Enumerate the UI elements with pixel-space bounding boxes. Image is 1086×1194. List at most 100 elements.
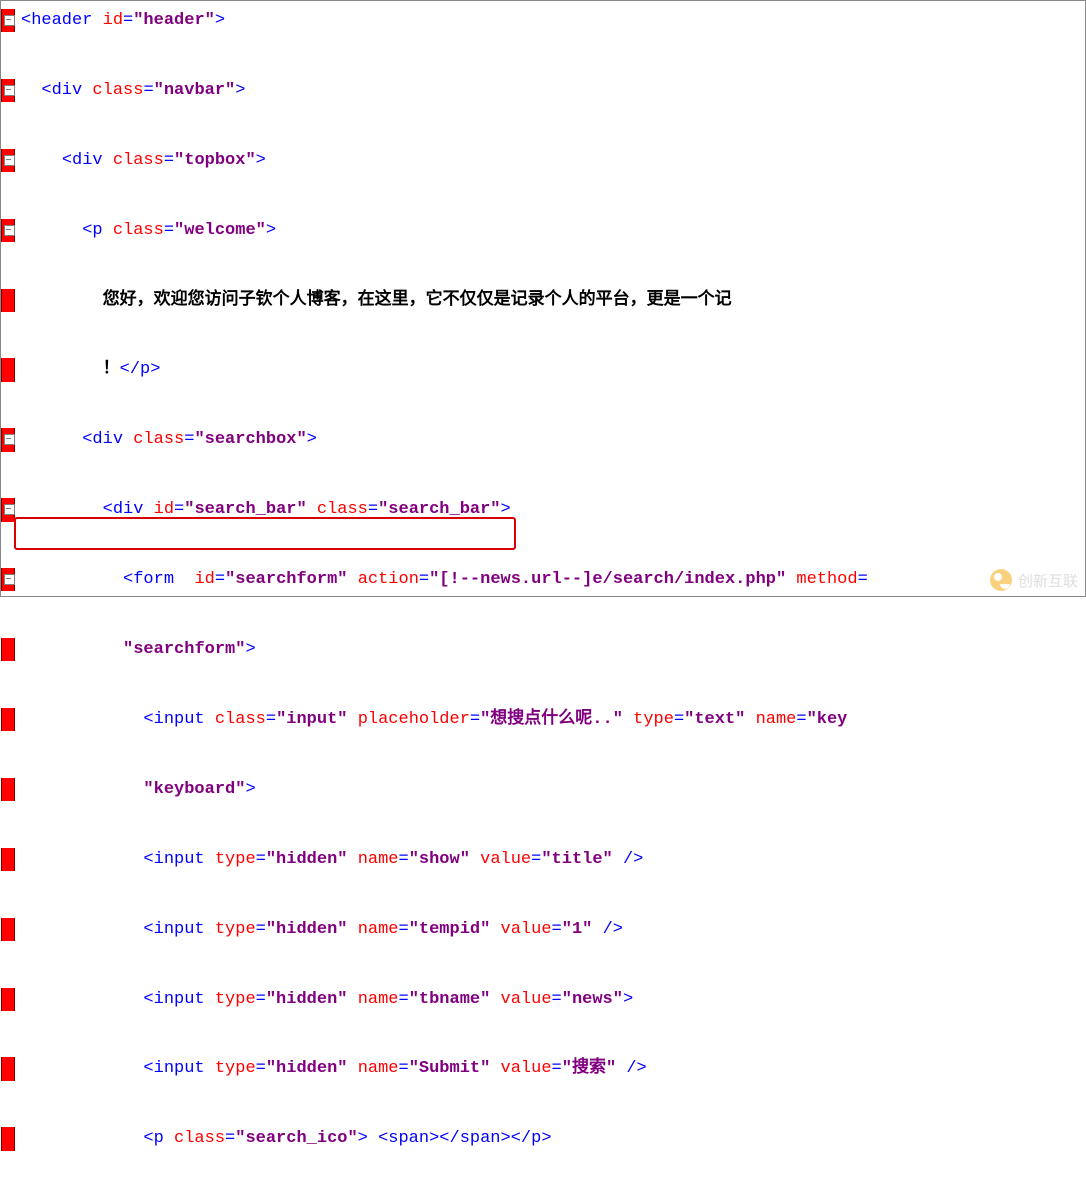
code-token: > bbox=[501, 500, 511, 519]
code-token: ！ bbox=[103, 360, 120, 379]
code-line[interactable]: 您好，欢迎您访问子钦个人博客，在这里，它不仅仅是记录个人的平台，更是一个记 bbox=[1, 289, 1085, 312]
code-token: "title" bbox=[541, 850, 612, 869]
gutter-change-marker bbox=[1, 358, 15, 381]
code-token: "Submit" bbox=[409, 1059, 491, 1078]
code-line[interactable]: <input type="hidden" name="Submit" value… bbox=[1, 1057, 1085, 1080]
code-token: > bbox=[623, 990, 633, 1009]
code-token: "welcome" bbox=[174, 221, 266, 240]
code-token: > bbox=[245, 780, 255, 799]
code-line[interactable]: <p class="welcome"> bbox=[1, 219, 1085, 242]
code-line[interactable]: "searchform"> bbox=[1, 638, 1085, 661]
code-token: "topbox" bbox=[174, 151, 256, 170]
code-token: > bbox=[358, 1129, 368, 1148]
code-line[interactable]: <div id="search_bar" class="search_bar"> bbox=[1, 498, 1085, 521]
code-token: class bbox=[113, 151, 164, 170]
code-line[interactable]: <div class="navbar"> bbox=[1, 79, 1085, 102]
code-token: type bbox=[215, 920, 256, 939]
code-token: /> bbox=[603, 920, 623, 939]
gutter-change-marker bbox=[1, 498, 15, 521]
code-token bbox=[347, 710, 357, 729]
code-token: "[!--news.url--]e/search/index.php" bbox=[429, 570, 786, 589]
code-token: span bbox=[460, 1129, 501, 1148]
gutter-change-marker bbox=[1, 289, 15, 312]
code-line[interactable]: <input type="hidden" name="show" value="… bbox=[1, 848, 1085, 871]
code-token: < bbox=[143, 1129, 153, 1148]
code-token: > bbox=[245, 640, 255, 659]
code-token: </ bbox=[120, 360, 140, 379]
code-token: = bbox=[164, 151, 174, 170]
code-token: "searchform" bbox=[123, 640, 245, 659]
fold-toggle-icon[interactable] bbox=[4, 225, 15, 236]
code-line[interactable]: <form id="searchform" action="[!--news.u… bbox=[1, 568, 1085, 591]
code-token: = bbox=[266, 710, 276, 729]
gutter-change-marker bbox=[1, 988, 15, 1011]
code-token bbox=[470, 850, 480, 869]
code-token bbox=[205, 850, 215, 869]
code-editor[interactable]: <header id="header"> <div class="navbar"… bbox=[0, 0, 1086, 597]
code-token: span bbox=[388, 1129, 429, 1148]
code-token: < bbox=[143, 710, 153, 729]
code-line[interactable]: <input type="hidden" name="tempid" value… bbox=[1, 918, 1085, 941]
code-token: value bbox=[501, 990, 552, 1009]
code-token bbox=[616, 1059, 626, 1078]
code-token: input bbox=[154, 710, 205, 729]
fold-toggle-icon[interactable] bbox=[4, 504, 15, 515]
code-token bbox=[307, 500, 317, 519]
code-token bbox=[205, 990, 215, 1009]
code-token: "hidden" bbox=[266, 850, 348, 869]
gutter-change-marker bbox=[1, 918, 15, 941]
gutter-change-marker bbox=[1, 568, 15, 591]
code-token bbox=[623, 710, 633, 729]
code-line[interactable]: <div class="searchbox"> bbox=[1, 428, 1085, 451]
fold-toggle-icon[interactable] bbox=[4, 155, 15, 166]
code-token: < bbox=[123, 570, 133, 589]
code-token: "search_ico" bbox=[235, 1129, 357, 1148]
code-line[interactable]: ！</p> bbox=[1, 358, 1085, 381]
code-token: = bbox=[184, 430, 194, 449]
code-token: = bbox=[256, 850, 266, 869]
code-token: name bbox=[358, 850, 399, 869]
code-token bbox=[490, 920, 500, 939]
code-token bbox=[92, 11, 102, 30]
code-token: = bbox=[858, 570, 868, 589]
watermark-text: 创新互联 bbox=[1018, 570, 1078, 591]
code-token: p bbox=[154, 1129, 164, 1148]
code-token: 您好，欢迎您访问子钦个人博客，在这里，它不仅仅是记录个人的平台，更是一个记 bbox=[103, 291, 732, 310]
code-token: = bbox=[399, 920, 409, 939]
code-token: p bbox=[92, 221, 102, 240]
gutter-change-marker bbox=[1, 1127, 15, 1150]
fold-toggle-icon[interactable] bbox=[4, 574, 15, 585]
code-token bbox=[490, 1059, 500, 1078]
code-token: header bbox=[31, 11, 92, 30]
code-token: id bbox=[154, 500, 174, 519]
code-line[interactable]: <div class="topbox"> bbox=[1, 149, 1085, 172]
fold-toggle-icon[interactable] bbox=[4, 85, 15, 96]
code-token: p bbox=[140, 360, 150, 379]
fold-toggle-icon[interactable] bbox=[4, 15, 15, 26]
code-token: type bbox=[633, 710, 674, 729]
fold-toggle-icon[interactable] bbox=[4, 434, 15, 445]
code-token: "header" bbox=[133, 11, 215, 30]
code-token: < bbox=[41, 81, 51, 100]
code-token bbox=[82, 81, 92, 100]
code-token bbox=[347, 850, 357, 869]
code-line[interactable]: <input class="input" placeholder="想搜点什么呢… bbox=[1, 708, 1085, 731]
gutter-change-marker bbox=[1, 778, 15, 801]
code-token: "keyboard" bbox=[143, 780, 245, 799]
code-token: < bbox=[378, 1129, 388, 1148]
code-token: "key bbox=[807, 710, 848, 729]
code-token: input bbox=[154, 850, 205, 869]
code-token: = bbox=[470, 710, 480, 729]
code-token: < bbox=[143, 920, 153, 939]
code-token: < bbox=[143, 1059, 153, 1078]
code-line[interactable]: <header id="header"> bbox=[1, 9, 1085, 32]
code-token bbox=[368, 1129, 378, 1148]
code-line[interactable]: "keyboard"> bbox=[1, 778, 1085, 801]
code-token bbox=[205, 710, 215, 729]
code-line[interactable]: <p class="search_ico"> <span></span></p> bbox=[1, 1127, 1085, 1150]
code-token: > bbox=[215, 11, 225, 30]
code-line[interactable]: <input type="hidden" name="tbname" value… bbox=[1, 988, 1085, 1011]
code-token: = bbox=[123, 11, 133, 30]
code-token bbox=[347, 990, 357, 1009]
code-token: method bbox=[796, 570, 857, 589]
